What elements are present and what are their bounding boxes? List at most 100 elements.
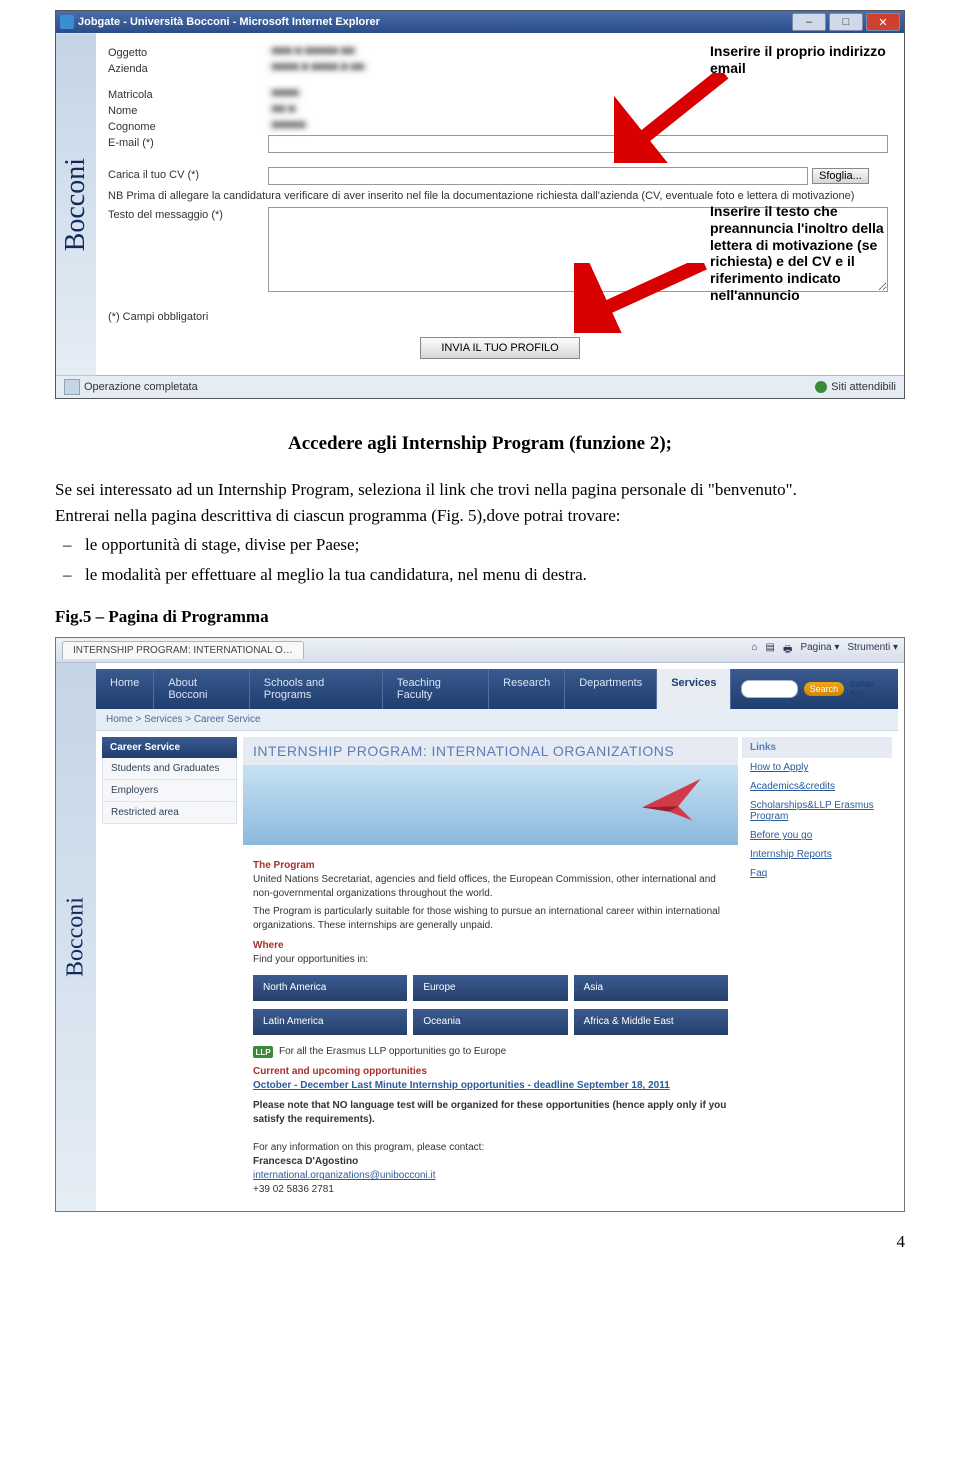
nav-home[interactable]: Home [96,669,154,709]
ie-statusbar: Operazione completata Siti attendibili [56,375,904,398]
sidebar-right: Links How to Apply Academics&credits Sch… [742,737,892,1205]
arrow-email [614,73,734,163]
contact-phone: +39 02 5836 2781 [253,1183,728,1197]
callout-email: Inserire il proprio indirizzo email [710,43,910,77]
sidebar-item-employers[interactable]: Employers [102,780,237,802]
label-nome: Nome [108,103,268,117]
cv-note: NB Prima di allegare la candidatura veri… [108,189,868,203]
body-text: Se sei interessato ad un Internship Prog… [55,477,905,587]
contact-name: Francesca D'Agostino [253,1156,358,1167]
status-text: Operazione completata [84,381,198,393]
ie-window-2: INTERNSHIP PROGRAM: INTERNATIONAL ORGANI… [55,637,905,1212]
print-icon[interactable]: 🖶 [783,642,792,659]
link-scholarships[interactable]: Scholarships&LLP Erasmus Program [742,796,892,826]
region-north-america[interactable]: North America [253,975,407,1001]
ie-window-1: Jobgate - Università Bocconi - Microsoft… [55,10,905,399]
browser-tab[interactable]: INTERNSHIP PROGRAM: INTERNATIONAL ORGANI… [62,641,304,659]
label-obbligatori: (*) Campi obbligatori [108,309,308,323]
bocconi-logo-strip: Bocconi [56,33,96,375]
home-icon[interactable]: ⌂ [751,642,757,659]
nav-faculty[interactable]: Teaching Faculty [383,669,489,709]
sidebar-item-students[interactable]: Students and Graduates [102,758,237,780]
breadcrumb: Home > Services > Career Service [96,709,898,731]
nav-research[interactable]: Research [489,669,565,709]
link-before-you-go[interactable]: Before you go [742,826,892,845]
link-academics[interactable]: Academics&credits [742,777,892,796]
region-europe[interactable]: Europe [413,975,567,1001]
sidebar-item-restricted[interactable]: Restricted area [102,802,237,824]
llp-icon: LLP [253,1046,273,1058]
label-carica-cv: Carica il tuo CV (*) [108,167,268,181]
page-menu[interactable]: Pagina ▾ [800,642,839,659]
section-title: Accedere agli Internship Program (funzio… [55,433,905,455]
links-header: Links [742,737,892,758]
value-oggetto: ■■■ ■ ■■■■■ ■■ [268,45,358,57]
minimize-button[interactable]: – [792,13,826,31]
program-h3: Current and upcoming opportunities [253,1065,728,1079]
tools-menu[interactable]: Strumenti ▾ [847,642,898,659]
nav-about[interactable]: About Bocconi [154,669,249,709]
page-title-h: INTERNSHIP PROGRAM: INTERNATIONAL ORGANI… [243,737,738,765]
label-oggetto: Oggetto [108,45,268,59]
nav-schools[interactable]: Schools and Programs [250,669,383,709]
value-azienda: ■■■■ ■ ■■■■ ■ ■■ [268,61,368,73]
browse-button[interactable]: Sfoglia... [812,168,869,184]
ie-titlebar: Jobgate - Università Bocconi - Microsoft… [56,11,904,33]
program-p1: United Nations Secretariat, agencies and… [253,873,728,901]
contact-intro: For any information on this program, ple… [253,1141,728,1155]
ie2-tabbar: INTERNSHIP PROGRAM: INTERNATIONAL ORGANI… [56,638,904,663]
value-nome: ■■ ■ [268,103,299,115]
body-li2: le modalità per effettuare al meglio la … [55,562,905,588]
main-nav: Home About Bocconi Schools and Programs … [96,669,898,709]
region-latin-america[interactable]: Latin America [253,1009,407,1035]
link-faq[interactable]: Faq [742,864,892,883]
ie-app-icon [60,15,74,29]
email-field[interactable] [268,135,888,153]
link-reports[interactable]: Internship Reports [742,845,892,864]
link-how-to-apply[interactable]: How to Apply [742,758,892,777]
close-button[interactable]: ✕ [866,13,900,31]
label-testo: Testo del messaggio (*) [108,207,268,221]
bocconi-logo-strip-2: Bocconi [56,663,96,1211]
sidebar-left: Career Service Students and Graduates Em… [102,737,237,1205]
program-p2: The Program is particularly suitable for… [253,905,728,933]
llp-text: For all the Erasmus LLP opportunities go… [279,1045,506,1059]
search-button[interactable]: Search [804,682,845,696]
window-title: Jobgate - Università Bocconi - Microsoft… [78,16,380,28]
submit-button[interactable]: INVIA IL TUO PROFILO [420,337,579,359]
region-oceania[interactable]: Oceania [413,1009,567,1035]
body-li1: le opportunità di stage, divise per Paes… [55,532,905,558]
program-h2: Where [253,939,728,953]
value-cognome: ■■■■■ [268,119,309,131]
body-p2: Entrerai nella pagina descrittiva di cia… [55,506,621,525]
body-p1: Se sei interessato ad un Internship Prog… [55,480,797,499]
deadline-link[interactable]: October - December Last Minute Internshi… [253,1080,670,1091]
label-cognome: Cognome [108,119,268,133]
trusted-text: Siti attendibili [831,381,896,393]
cv-path-field[interactable] [268,167,808,185]
label-matricola: Matricola [108,87,268,101]
nav-departments[interactable]: Departments [565,669,657,709]
region-africa-me[interactable]: Africa & Middle East [574,1009,728,1035]
callout-testo: Inserire il testo che preannuncia l'inol… [710,203,910,304]
sidebar-header: Career Service [102,737,237,758]
value-matricola: ■■■■ [268,87,303,99]
maximize-button[interactable]: □ [829,13,863,31]
contact-email[interactable]: international.organizations@unibocconi.i… [253,1170,436,1181]
feed-icon[interactable]: ▤ [766,642,775,659]
language-link[interactable]: Italian Site [850,679,888,699]
search-input[interactable] [741,680,797,698]
paper-plane-icon [635,775,711,835]
page-number: 4 [55,1212,905,1262]
figure-caption: Fig.5 – Pagina di Programma [55,607,905,627]
hero-banner [243,765,738,845]
region-asia[interactable]: Asia [574,975,728,1001]
label-email: E-mail (*) [108,135,268,149]
program-p3: Find your opportunities in: [253,953,728,967]
program-note: Please note that NO language test will b… [253,1100,726,1125]
nav-services[interactable]: Services [657,669,731,709]
page-icon [64,379,80,395]
trusted-icon [815,381,827,393]
program-h1: The Program [253,859,728,873]
label-azienda: Azienda [108,61,268,75]
